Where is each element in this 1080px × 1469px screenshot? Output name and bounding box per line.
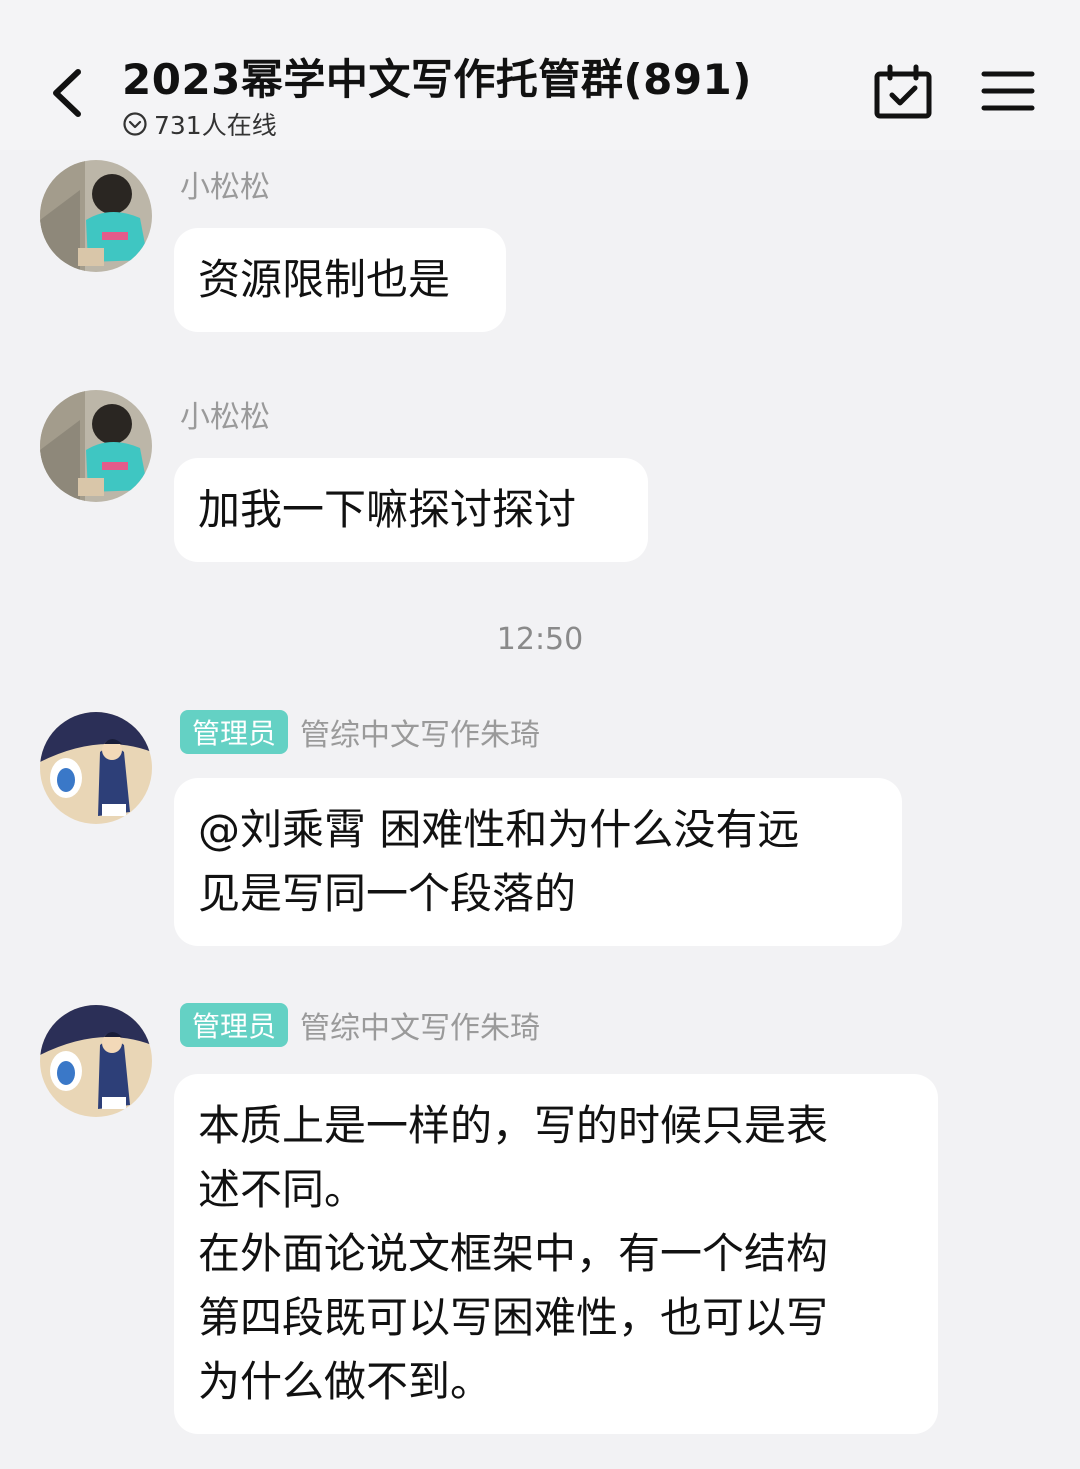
message-text: 见是写同一个段落的 <box>198 869 577 918</box>
chat-header: 2023幂学中文写作托管群(891) 731人在线 <box>0 0 1080 150</box>
online-count[interactable]: 731人在线 <box>122 106 277 142</box>
online-count-text: 731人在线 <box>154 111 277 140</box>
chevron-circle-icon <box>123 112 147 136</box>
menu-icon <box>981 71 1035 111</box>
timestamp: 12:50 <box>496 622 584 657</box>
sender-name: 小松松 <box>180 170 270 205</box>
sender-name: 小松松 <box>180 400 270 435</box>
message-bubble[interactable]: 本质上是一样的，写的时候只是表 述不同。 在外面论说文框架中，有一个结构 第四段… <box>174 1074 938 1434</box>
avatar[interactable] <box>40 712 152 824</box>
admin-avatar-image <box>40 1005 152 1117</box>
admin-avatar-image <box>40 712 152 824</box>
user-avatar-image <box>40 390 152 502</box>
group-title[interactable]: 2023幂学中文写作托管群(891) <box>122 46 752 107</box>
message-text: 第四段既可以写困难性，也可以写 <box>198 1293 829 1342</box>
message-text: 述不同。 <box>198 1165 367 1214</box>
sender-info: 管理员 管综中文写作朱琦 <box>180 710 540 754</box>
avatar[interactable] <box>40 160 152 272</box>
chevron-left-icon <box>53 69 81 117</box>
user-avatar-image <box>40 160 152 272</box>
menu-button[interactable] <box>980 68 1036 114</box>
sender-info: 管理员 管综中文写作朱琦 <box>180 1003 540 1047</box>
admin-badge: 管理员 <box>180 710 289 754</box>
message-text: @刘乘霄 困难性和为什么没有远 <box>198 805 800 854</box>
calendar-button[interactable] <box>872 64 934 120</box>
message-text: 本质上是一样的，写的时候只是表 <box>198 1101 829 1150</box>
sender-name: 管综中文写作朱琦 <box>300 1011 541 1046</box>
message-bubble[interactable]: 资源限制也是 <box>174 228 506 332</box>
message-text: 加我一下嘛探讨探讨 <box>198 485 577 534</box>
message-text: 资源限制也是 <box>198 255 451 304</box>
calendar-check-icon <box>874 64 932 119</box>
admin-badge: 管理员 <box>180 1003 289 1047</box>
message-text: 为什么做不到。 <box>198 1357 493 1406</box>
message-text: 在外面论说文框架中，有一个结构 <box>198 1229 829 1278</box>
avatar[interactable] <box>40 1005 152 1117</box>
message-bubble[interactable]: 加我一下嘛探讨探讨 <box>174 458 648 562</box>
avatar[interactable] <box>40 390 152 502</box>
back-button[interactable] <box>44 62 94 122</box>
message-bubble[interactable]: @刘乘霄 困难性和为什么没有远 见是写同一个段落的 <box>174 778 902 946</box>
sender-name: 管综中文写作朱琦 <box>300 718 541 753</box>
